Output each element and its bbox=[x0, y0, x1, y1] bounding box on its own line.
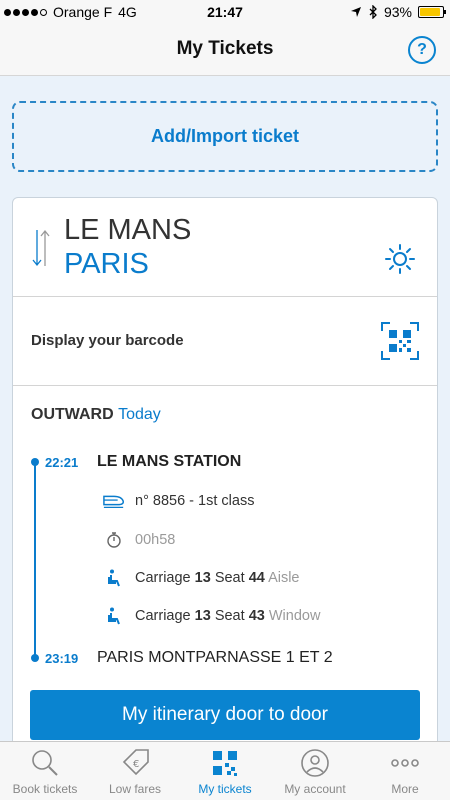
status-bar: Orange F 4G 21:47 93% bbox=[0, 0, 450, 24]
stopwatch-icon bbox=[103, 531, 125, 549]
account-icon bbox=[301, 749, 329, 777]
tab-my-account[interactable]: My account bbox=[270, 742, 360, 800]
search-icon bbox=[32, 750, 58, 776]
status-right: 93% bbox=[350, 4, 446, 20]
battery-icon bbox=[418, 6, 446, 18]
seat-label: Seat bbox=[214, 608, 245, 624]
seat-number: 44 bbox=[248, 570, 265, 586]
tab-label: My account bbox=[284, 782, 346, 796]
departure-time: 22:21 bbox=[45, 455, 79, 470]
seat-row-1: Carriage 13 Seat 44 Aisle bbox=[103, 568, 300, 588]
seat-position: Aisle bbox=[268, 570, 300, 586]
display-barcode-row[interactable]: Display your barcode bbox=[13, 298, 437, 386]
duration-info: 00h58 bbox=[103, 530, 175, 550]
tab-book-tickets[interactable]: Book tickets bbox=[0, 742, 90, 800]
seat-label: Seat bbox=[214, 570, 245, 586]
departure-station: LE MANS STATION bbox=[97, 453, 242, 470]
tab-more[interactable]: More bbox=[360, 742, 450, 800]
svg-text:€: € bbox=[133, 759, 139, 770]
tab-low-fares[interactable]: € Low fares bbox=[90, 742, 180, 800]
seat-icon bbox=[103, 569, 125, 587]
train-icon bbox=[103, 492, 125, 510]
ticket-card[interactable]: LE MANS PARIS Display your barcode OUTWA… bbox=[12, 197, 438, 757]
carriage-label: Carriage bbox=[135, 608, 191, 624]
itinerary-door-to-door-button[interactable]: My itinerary door to door bbox=[30, 690, 420, 740]
origin-city: LE MANS bbox=[64, 214, 192, 246]
seat-number: 43 bbox=[248, 608, 265, 624]
arrival-station: PARIS MONTPARNASSE 1 ET 2 bbox=[97, 649, 333, 666]
more-dots-icon bbox=[391, 759, 419, 767]
location-arrow-icon bbox=[350, 7, 361, 17]
qr-ticket-icon bbox=[213, 751, 237, 776]
duration-value: 00h58 bbox=[135, 532, 176, 548]
help-button[interactable]: ? bbox=[408, 36, 436, 64]
carriage-number: 13 bbox=[194, 570, 211, 586]
tab-label: Book tickets bbox=[12, 782, 78, 796]
page-title: My Tickets bbox=[176, 38, 274, 59]
tab-bar: Book tickets € Low fares My tickets My a… bbox=[0, 741, 450, 800]
ticket-route[interactable]: LE MANS PARIS bbox=[13, 198, 437, 297]
tab-label: Low fares bbox=[108, 782, 162, 796]
add-import-ticket-button[interactable]: Add/Import ticket bbox=[12, 101, 438, 172]
battery-percent: 93% bbox=[383, 4, 412, 20]
navigation-bar: My Tickets ? bbox=[0, 24, 450, 76]
carriage-number: 13 bbox=[194, 608, 211, 624]
sun-icon[interactable] bbox=[385, 244, 415, 274]
seat-position: Window bbox=[268, 608, 321, 624]
qr-code-icon bbox=[381, 322, 419, 360]
bluetooth-icon bbox=[369, 5, 377, 19]
tab-label: More bbox=[391, 782, 419, 796]
arrival-time: 23:19 bbox=[45, 651, 79, 666]
departure-dot bbox=[31, 458, 39, 466]
arrival-dot bbox=[31, 654, 39, 662]
tab-my-tickets[interactable]: My tickets bbox=[180, 742, 270, 800]
train-info: n° 8856 - 1st class bbox=[103, 491, 254, 511]
tab-label: My tickets bbox=[198, 782, 252, 796]
journey-timeline bbox=[34, 462, 36, 658]
seat-row-2: Carriage 13 Seat 43 Window bbox=[103, 606, 320, 626]
price-tag-icon: € bbox=[122, 749, 149, 776]
carriage-label: Carriage bbox=[135, 570, 191, 586]
swap-direction-icon bbox=[32, 229, 50, 267]
destination-city: PARIS bbox=[64, 248, 149, 280]
display-barcode-label: Display your barcode bbox=[31, 332, 184, 349]
seat-icon bbox=[103, 607, 125, 625]
outward-heading: OUTWARD Today bbox=[31, 406, 161, 424]
outward-label: OUTWARD bbox=[31, 406, 114, 423]
train-number: n° 8856 - 1st class bbox=[135, 493, 255, 509]
outward-day: Today bbox=[118, 406, 161, 423]
